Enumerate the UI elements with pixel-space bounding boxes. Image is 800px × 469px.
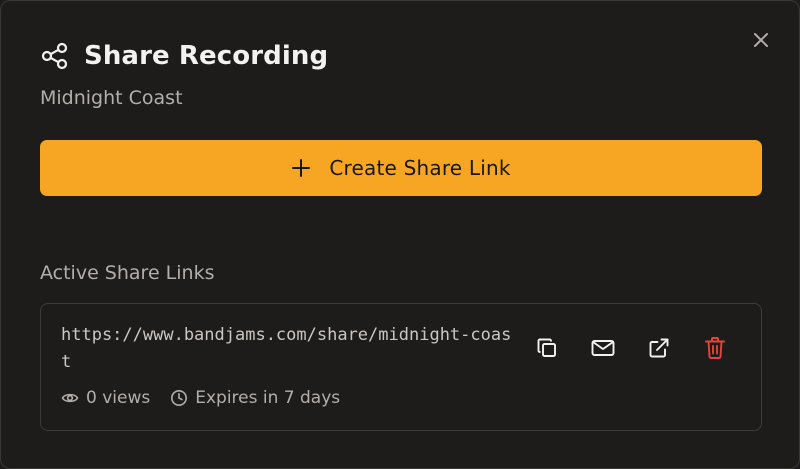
- recording-name: Midnight Coast: [40, 87, 183, 109]
- email-link-button[interactable]: [591, 336, 615, 360]
- dialog-header: Share Recording: [40, 39, 328, 73]
- views-label: 0 views: [86, 388, 151, 408]
- share-link-url[interactable]: https://www.bandjams.com/share/midnight-…: [61, 322, 521, 376]
- share-icon: [41, 42, 68, 70]
- trash-icon: [705, 337, 725, 359]
- dialog-title: Share Recording: [84, 41, 329, 71]
- copy-icon: [537, 338, 556, 357]
- share-link-card: https://www.bandjams.com/share/midnight-…: [40, 303, 762, 431]
- share-link-meta: 0 views Expires in 7 days: [61, 388, 340, 408]
- views-count: 0 views: [61, 388, 150, 408]
- mail-icon: [591, 340, 615, 356]
- delete-link-button[interactable]: [703, 336, 727, 360]
- close-icon: [754, 33, 768, 47]
- open-link-button[interactable]: [647, 336, 671, 360]
- share-dialog: Share Recording Midnight Coast Create Sh…: [0, 0, 800, 469]
- create-share-link-label: Create Share Link: [329, 156, 511, 180]
- expiry-info: Expires in 7 days: [170, 388, 340, 408]
- external-link-icon: [649, 338, 669, 358]
- expiry-label: Expires in 7 days: [195, 388, 341, 408]
- clock-icon: [171, 390, 188, 406]
- active-links-heading: Active Share Links: [40, 262, 215, 284]
- copy-link-button[interactable]: [535, 336, 559, 360]
- close-button[interactable]: [751, 30, 771, 50]
- create-share-link-button[interactable]: Create Share Link: [40, 140, 762, 196]
- eye-icon: [61, 393, 79, 403]
- plus-icon: [292, 159, 311, 177]
- share-link-actions: [535, 336, 727, 360]
